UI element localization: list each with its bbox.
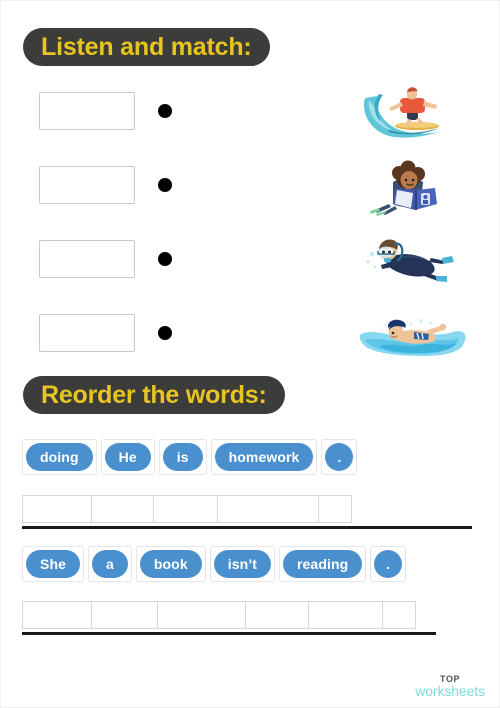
- answer-drop-row-1: [22, 495, 352, 523]
- word-tiles-row-1: doing He is homework .: [22, 439, 358, 475]
- match-row: [1, 160, 500, 216]
- word-tile-slot[interactable]: .: [370, 546, 407, 582]
- word-tile-reading[interactable]: reading: [283, 550, 363, 578]
- section-heading-reorder: Reorder the words:: [23, 376, 285, 414]
- answer-drop-cell[interactable]: [153, 495, 218, 523]
- worksheet-page: Listen and match: Reorder the words: doi…: [0, 0, 500, 708]
- match-row: [1, 308, 500, 364]
- word-tile-a[interactable]: a: [91, 550, 128, 578]
- section-heading-listen: Listen and match:: [23, 28, 270, 66]
- answer-drop-cell[interactable]: [382, 601, 416, 629]
- word-tile-doing[interactable]: doing: [26, 443, 93, 471]
- match-dot-3[interactable]: [158, 252, 172, 266]
- answer-drop-cell[interactable]: [22, 601, 92, 629]
- match-picture-person-swimming[interactable]: [359, 308, 469, 364]
- word-tile-slot[interactable]: isn’t: [209, 546, 275, 582]
- match-dot-2[interactable]: [158, 178, 172, 192]
- section-heading-reorder-label: Reorder the words:: [41, 380, 267, 409]
- match-answer-input-3[interactable]: [39, 240, 135, 278]
- match-picture-girl-reading-book[interactable]: [359, 160, 469, 216]
- answer-drop-cell[interactable]: [217, 495, 319, 523]
- match-answer-input-1[interactable]: [39, 92, 135, 130]
- word-tile-period[interactable]: .: [374, 550, 403, 578]
- topworksheets-logo: TOP worksheets: [415, 674, 485, 700]
- word-tile-slot[interactable]: homework: [210, 439, 318, 475]
- match-row: [1, 86, 500, 142]
- word-tile-isnt[interactable]: isn’t: [213, 550, 271, 578]
- match-answer-input-4[interactable]: [39, 314, 135, 352]
- section-heading-listen-label: Listen and match:: [41, 32, 252, 61]
- word-tile-book[interactable]: book: [139, 550, 202, 578]
- match-picture-surfing-boy-on-wave[interactable]: [359, 86, 469, 142]
- match-picture-boy-scuba-diving[interactable]: [359, 234, 469, 290]
- word-tile-homework[interactable]: homework: [214, 443, 314, 471]
- word-tile-she[interactable]: She: [26, 550, 80, 578]
- word-tile-slot[interactable]: She: [22, 546, 84, 582]
- word-tile-slot[interactable]: book: [135, 546, 206, 582]
- answer-rule-2: [22, 632, 436, 635]
- answer-drop-cell[interactable]: [308, 601, 383, 629]
- match-row: [1, 234, 500, 290]
- word-tile-slot[interactable]: a: [87, 546, 132, 582]
- word-tile-is[interactable]: is: [162, 443, 203, 471]
- word-tile-slot[interactable]: reading: [279, 546, 367, 582]
- word-tile-slot[interactable]: is: [158, 439, 207, 475]
- answer-drop-cell[interactable]: [157, 601, 246, 629]
- answer-drop-cell[interactable]: [91, 495, 154, 523]
- word-tile-slot[interactable]: He: [100, 439, 155, 475]
- answer-drop-cell[interactable]: [245, 601, 309, 629]
- word-tile-slot[interactable]: doing: [22, 439, 97, 475]
- word-tile-period[interactable]: .: [325, 443, 354, 471]
- logo-worksheets-text: worksheets: [415, 683, 485, 700]
- match-dot-4[interactable]: [158, 326, 172, 340]
- answer-drop-cell[interactable]: [91, 601, 158, 629]
- answer-drop-cell[interactable]: [22, 495, 92, 523]
- word-tile-slot[interactable]: .: [321, 439, 358, 475]
- match-answer-input-2[interactable]: [39, 166, 135, 204]
- word-tiles-row-2: She a book isn’t reading .: [22, 546, 407, 582]
- answer-drop-cell[interactable]: [318, 495, 352, 523]
- listen-and-match-exercise: [1, 86, 500, 366]
- answer-drop-row-2: [22, 601, 416, 629]
- word-tile-he[interactable]: He: [104, 443, 151, 471]
- answer-rule-1: [22, 526, 472, 529]
- match-dot-1[interactable]: [158, 104, 172, 118]
